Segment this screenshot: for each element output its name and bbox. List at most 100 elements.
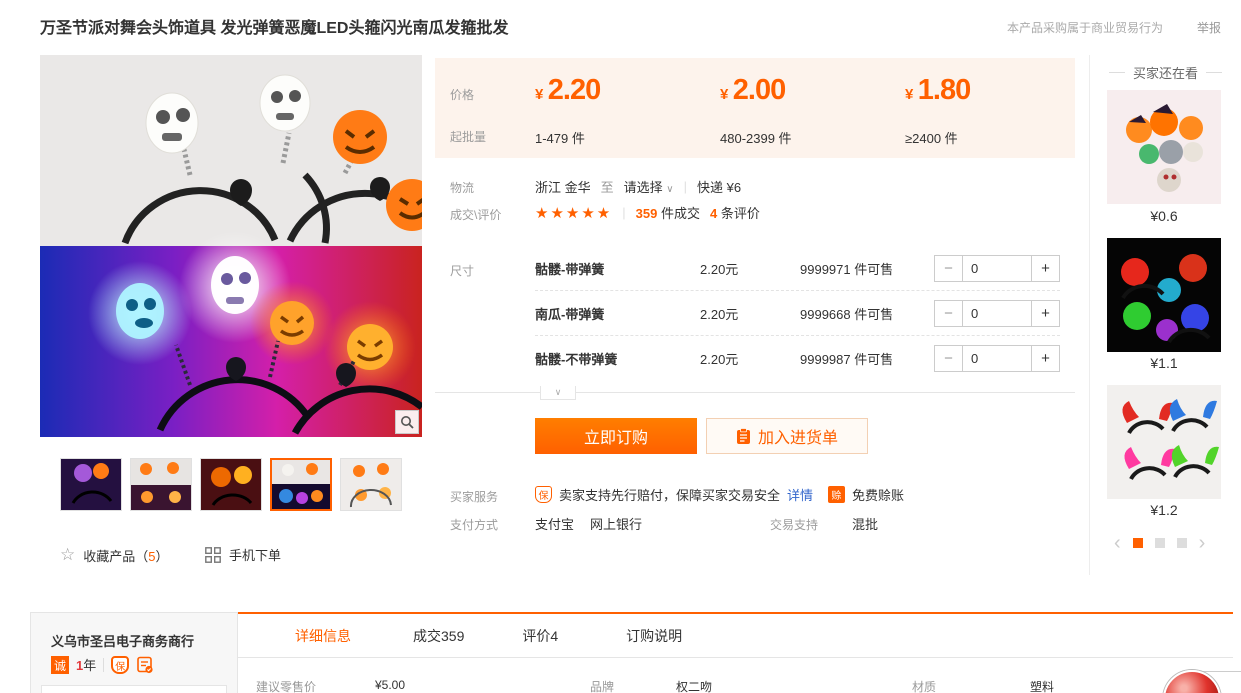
qty-minus-button[interactable]: − (935, 346, 962, 371)
quantity-stepper: − 0 + (934, 300, 1060, 327)
thumbnail-strip (60, 458, 402, 511)
seller-stats-box (41, 685, 227, 693)
cheng-badge-icon: 诚 (51, 656, 69, 674)
price-tier-1: ¥ 2.20 (535, 74, 600, 107)
quantity-stepper: − 0 + (934, 255, 1060, 282)
mobile-order[interactable]: 手机下单 (205, 545, 281, 564)
price-tier-2: ¥ 2.00 (720, 74, 785, 107)
sku-name: 骷髅-不带弹簧 (535, 349, 700, 368)
sku-price: 2.20元 (700, 304, 800, 323)
seller-badges: 诚 1年 保 (51, 655, 154, 675)
buyer-services-row: 保 卖家支持先行赔付，保障买家交易安全 详情 赊 免费赊账 (535, 485, 904, 504)
qty-input[interactable]: 0 (962, 346, 1032, 371)
thumbnail-1[interactable] (60, 458, 122, 511)
add-to-cart-label: 加入进货单 (758, 424, 838, 448)
detail-link[interactable]: 详情 (787, 485, 813, 504)
contact-service-ball-icon[interactable] (1163, 670, 1221, 693)
sku-stock: 9999668 件可售 (800, 304, 932, 323)
favorite-product[interactable]: ☆ 收藏产品（5） (60, 545, 169, 565)
moq-label: 起批量 (450, 128, 486, 145)
qty-input[interactable]: 0 (962, 301, 1032, 326)
image-zoom-button[interactable] (395, 410, 419, 434)
qty-plus-button[interactable]: + (1032, 301, 1059, 326)
pager-dot-3[interactable] (1177, 538, 1187, 548)
page-title: 万圣节派对舞会头饰道具 发光弹簧恶魔LED头箍闪光南瓜发箍批发 (40, 14, 508, 38)
thumbnail-3[interactable] (200, 458, 262, 511)
tab-detail-info[interactable]: 详细信息 (295, 626, 351, 646)
detail-tabbar: 详细信息 成交359 评价4 订购说明 (238, 612, 1233, 658)
divider: | (622, 205, 625, 220)
trade-support-value: 混批 (852, 514, 878, 533)
sku-name: 骷髅-带弹簧 (535, 259, 700, 278)
qty-minus-button[interactable]: − (935, 256, 962, 281)
qty-plus-button[interactable]: + (1032, 346, 1059, 371)
sku-price: 2.20元 (700, 259, 800, 278)
chevron-down-icon: ∨ (666, 184, 673, 195)
ship-from: 浙江 金华 (535, 177, 591, 196)
related-item-3-image[interactable] (1107, 385, 1221, 499)
deal-count[interactable]: 359 件成交 (636, 203, 700, 222)
thumbnail-5[interactable] (340, 458, 402, 511)
logistics-label: 物流 (450, 179, 474, 196)
pager-dot-2[interactable] (1155, 538, 1165, 548)
sku-row-2: 南瓜-带弹簧 2.20元 9999668 件可售 − 0 + (535, 291, 1060, 336)
sku-name: 南瓜-带弹簧 (535, 304, 700, 323)
sku-price: 2.20元 (700, 349, 800, 368)
bank-option[interactable]: 网上银行 (590, 514, 642, 533)
alipay-option[interactable]: 支付宝 (535, 514, 574, 533)
related-item-3-price[interactable]: ¥1.2 (1107, 502, 1221, 518)
thumbnail-2[interactable] (130, 458, 192, 511)
tab-reviews[interactable]: 评价4 (522, 626, 558, 646)
logistics-row: 浙江 金华 至 请选择 ∨ | 快递 ¥6 (535, 177, 741, 196)
credit-badge-icon: 赊 (828, 486, 845, 503)
related-item-1-image[interactable] (1107, 90, 1221, 204)
payment-methods: 支付宝 网上银行 (535, 514, 642, 533)
trade-support-label: 交易支持 (770, 516, 818, 533)
product-page: 万圣节派对舞会头饰道具 发光弹簧恶魔LED头箍闪光南瓜发箍批发 本产品采购属于商… (0, 0, 1241, 693)
attr-value-brand: 权二吻 (676, 678, 712, 693)
order-now-button[interactable]: 立即订购 (535, 418, 697, 454)
review-count[interactable]: 4 条评价 (710, 203, 760, 222)
pager-dot-1[interactable] (1133, 538, 1143, 548)
pager-next-icon[interactable]: › (1199, 533, 1206, 553)
credit-text[interactable]: 免费赊账 (852, 485, 904, 504)
star-outline-icon: ☆ (60, 545, 75, 565)
tab-deals[interactable]: 成交359 (413, 626, 464, 646)
destination-select[interactable]: 请选择 ∨ (624, 177, 674, 196)
qty-input[interactable]: 0 (962, 256, 1032, 281)
guarantee-badge-icon: 保 (535, 486, 552, 503)
product-main-image[interactable] (40, 55, 422, 437)
star-rating-icons: ★★★★★ (535, 204, 612, 222)
thumbnail-4-selected[interactable] (270, 458, 332, 511)
qty-minus-button[interactable]: − (935, 301, 962, 326)
trade-notice: 本产品采购属于商业贸易行为 (1007, 19, 1163, 36)
sku-label: 尺寸 (450, 262, 474, 279)
moq-tier-2: 480-2399 件 (720, 128, 792, 147)
chevron-down-icon: ∨ (555, 387, 562, 398)
related-item-2-image[interactable] (1107, 238, 1221, 352)
product-photo-illustration (40, 55, 422, 437)
seller-name[interactable]: 义乌市圣吕电子商务商行 (51, 631, 194, 650)
express-fee: 快递 ¥6 (697, 177, 741, 196)
quantity-stepper: − 0 + (934, 345, 1060, 372)
services-label: 买家服务 (450, 488, 498, 505)
guarantee-text: 卖家支持先行赔付，保障买家交易安全 (559, 485, 780, 504)
ship-to-label: 至 (601, 177, 614, 196)
divider (103, 658, 104, 672)
rating-row: ★★★★★ | 359 件成交 4 条评价 (535, 203, 760, 222)
related-item-2-price[interactable]: ¥1.1 (1107, 355, 1221, 371)
attr-label-brand: 品牌 (590, 678, 614, 693)
report-link[interactable]: 举报 (1197, 19, 1221, 36)
tab-order-notes[interactable]: 订购说明 (626, 626, 682, 646)
expand-sku-button[interactable]: ∨ (540, 386, 576, 400)
sidebar-pagination: ‹ › (1114, 533, 1205, 553)
contract-doc-icon (136, 656, 154, 674)
qty-plus-button[interactable]: + (1032, 256, 1059, 281)
moq-tier-1: 1-479 件 (535, 128, 585, 147)
attr-label-retail: 建议零售价 (256, 678, 316, 693)
related-item-1-price[interactable]: ¥0.6 (1107, 208, 1221, 224)
add-to-cart-button[interactable]: 加入进货单 (706, 418, 868, 454)
pager-prev-icon[interactable]: ‹ (1114, 533, 1121, 553)
clipboard-icon (736, 428, 751, 445)
section-divider (435, 392, 1075, 393)
